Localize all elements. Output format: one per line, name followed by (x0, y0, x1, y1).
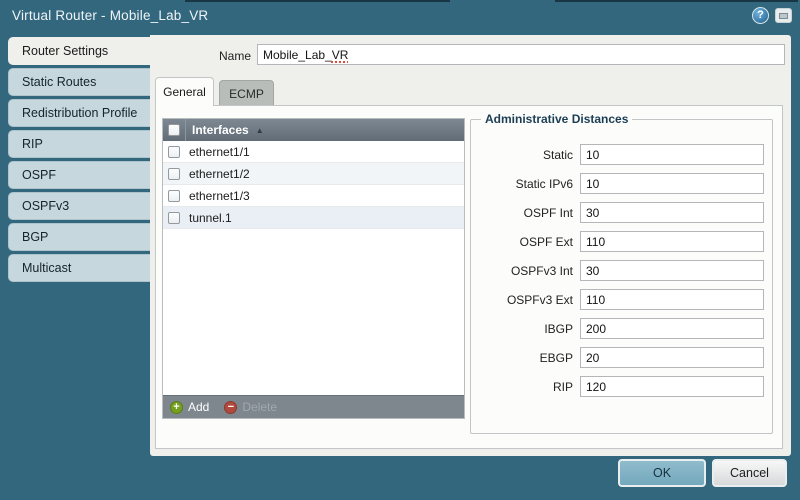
sidebar-item[interactable]: Static Routes (8, 68, 150, 96)
admin-distance-input[interactable] (580, 144, 764, 165)
sidebar-nav: Router Settings Static Routes Redistribu… (8, 37, 150, 282)
interfaces-column-label: Interfaces (192, 123, 249, 137)
sidebar-item[interactable]: Router Settings (8, 37, 150, 65)
admin-distance-input[interactable] (580, 260, 764, 281)
general-tab-content: Interfaces ▲ ethernet1/1 ethernet1/2 eth… (155, 105, 783, 449)
interfaces-table-header[interactable]: Interfaces ▲ (163, 119, 464, 141)
name-value: Mobile_Lab_VR (263, 48, 349, 62)
row-checkbox[interactable] (168, 167, 180, 180)
admin-distance-row: OSPF Ext (475, 231, 768, 252)
admin-distance-label: EBGP (539, 350, 573, 365)
row-checkbox[interactable] (168, 211, 180, 224)
tab-ecmp[interactable]: ECMP (219, 80, 274, 106)
delete-button[interactable]: − Delete (224, 400, 277, 414)
interface-row[interactable]: ethernet1/3 (163, 185, 464, 207)
admin-distance-input[interactable] (580, 347, 764, 368)
admin-distance-row: OSPF Int (475, 202, 768, 223)
spellcheck-squiggle (331, 61, 348, 63)
admin-distance-label: OSPFv3 Ext (506, 292, 573, 307)
interface-name: tunnel.1 (189, 210, 232, 225)
help-icon[interactable]: ? (752, 7, 769, 24)
minus-icon: − (224, 400, 238, 414)
interface-row[interactable]: ethernet1/2 (163, 163, 464, 185)
admin-distance-row: OSPFv3 Ext (475, 289, 768, 310)
column-separator (185, 119, 186, 141)
admin-distance-row: IBGP (475, 318, 768, 339)
admin-distance-row: OSPFv3 Int (475, 260, 768, 281)
admin-distance-row: RIP (475, 376, 768, 397)
interfaces-table-footer: + Add − Delete (163, 395, 464, 418)
row-checkbox[interactable] (168, 189, 180, 202)
ok-button[interactable]: OK (618, 459, 706, 487)
sidebar-item[interactable]: OSPF (8, 161, 150, 189)
window-icon[interactable] (775, 8, 792, 23)
window-icon-inner (779, 13, 788, 19)
interface-row[interactable]: tunnel.1 (163, 207, 464, 229)
sidebar-item[interactable]: RIP (8, 130, 150, 158)
name-input[interactable]: Mobile_Lab_VR (257, 44, 785, 65)
delete-button-label: Delete (242, 400, 278, 414)
background-artifact (555, 0, 798, 2)
admin-distance-row: EBGP (475, 347, 768, 368)
interface-name: ethernet1/1 (189, 144, 250, 159)
interfaces-table-body: ethernet1/1 ethernet1/2 ethernet1/3 tunn… (163, 141, 464, 395)
interface-name: ethernet1/3 (189, 188, 250, 203)
admin-distance-label: OSPF Int (523, 205, 573, 220)
sidebar-item[interactable]: OSPFv3 (8, 192, 150, 220)
administrative-distances-legend: Administrative Distances (485, 112, 629, 126)
add-button[interactable]: + Add (170, 400, 209, 414)
admin-distance-label: OSPF Ext (519, 234, 573, 249)
administrative-distances-group: Administrative Distances Static Static I… (470, 112, 773, 434)
admin-distance-label: RIP (552, 379, 573, 394)
name-label: Name (218, 49, 251, 63)
admin-distance-input[interactable] (580, 202, 764, 223)
dialog-title: Virtual Router - Mobile_Lab_VR (12, 8, 209, 23)
admin-distance-label: Static IPv6 (515, 176, 573, 191)
admin-distance-input[interactable] (580, 231, 764, 252)
admin-distance-label: IBGP (544, 321, 573, 336)
admin-distance-input[interactable] (580, 289, 764, 310)
add-button-label: Add (188, 400, 210, 414)
row-checkbox[interactable] (168, 145, 180, 158)
admin-distance-label: Static (542, 147, 573, 162)
sidebar-item[interactable]: Redistribution Profile (8, 99, 150, 127)
sidebar-item[interactable]: Multicast (8, 254, 150, 282)
admin-distance-row: Static (475, 144, 768, 165)
interface-row[interactable]: ethernet1/1 (163, 141, 464, 163)
admin-distance-input[interactable] (580, 173, 764, 194)
sort-ascending-icon: ▲ (255, 125, 264, 135)
interface-name: ethernet1/2 (189, 166, 250, 181)
select-all-checkbox[interactable] (168, 124, 180, 136)
main-panel: Name Mobile_Lab_VR General ECMP Interfac… (150, 35, 791, 456)
background-artifact (185, 0, 450, 2)
admin-distance-input[interactable] (580, 318, 764, 339)
admin-distance-input[interactable] (580, 376, 764, 397)
cancel-button[interactable]: Cancel (712, 459, 787, 487)
admin-distance-row: Static IPv6 (475, 173, 768, 194)
plus-icon: + (170, 400, 183, 414)
sidebar-item[interactable]: BGP (8, 223, 150, 251)
admin-distance-label: OSPFv3 Int (510, 263, 573, 278)
tab-general[interactable]: General (155, 77, 214, 106)
virtual-router-dialog: Virtual Router - Mobile_Lab_VR ? Router … (0, 0, 800, 500)
interfaces-table: Interfaces ▲ ethernet1/1 ethernet1/2 eth… (162, 118, 465, 419)
